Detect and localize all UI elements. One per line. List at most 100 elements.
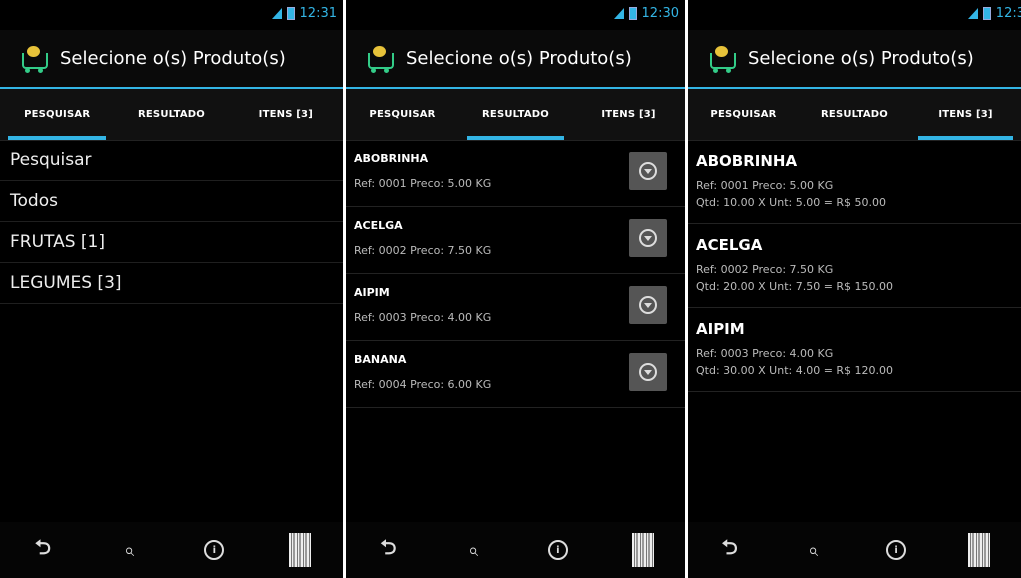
search-icon: ⌕ bbox=[123, 539, 134, 561]
action-bar: Selecione o(s) Produto(s) bbox=[688, 30, 1021, 87]
info-button[interactable]: i bbox=[172, 540, 258, 560]
shopping-cart-fruit-icon bbox=[20, 45, 50, 73]
search-icon: ⌕ bbox=[468, 539, 479, 561]
phone-screen-resultado: 12:30 Selecione o(s) Produto(s) PESQUISA… bbox=[346, 0, 685, 578]
result-info: Ref: 0003 Preco: 4.00 KG bbox=[354, 311, 492, 324]
shopping-cart-fruit-icon bbox=[366, 45, 396, 73]
tab-itens[interactable]: ITENS [3] bbox=[229, 89, 343, 140]
tab-bar: PESQUISAR RESULTADO ITENS [3] bbox=[346, 87, 685, 141]
result-row[interactable]: AIPIM Ref: 0003 Preco: 4.00 KG bbox=[346, 274, 685, 341]
item-name: ACELGA bbox=[696, 236, 763, 254]
info-button[interactable]: i bbox=[855, 540, 938, 560]
search-item-todos[interactable]: Todos bbox=[0, 181, 343, 222]
item-info: Ref: 0001 Preco: 5.00 KG bbox=[696, 179, 834, 192]
action-bar: Selecione o(s) Produto(s) bbox=[346, 30, 685, 87]
back-icon: ⮌ bbox=[34, 535, 51, 559]
tab-pesquisar[interactable]: PESQUISAR bbox=[0, 89, 114, 140]
info-icon: i bbox=[886, 540, 907, 560]
item-name: ABOBRINHA bbox=[696, 152, 798, 170]
item-quantity: Qtd: 20.00 X Unt: 7.50 = R$ 150.00 bbox=[696, 280, 894, 293]
search-item-legumes[interactable]: LEGUMES [3] bbox=[0, 263, 343, 304]
cart-item-row[interactable]: ACELGA Ref: 0002 Preco: 7.50 KG Qtd: 20.… bbox=[688, 224, 1021, 308]
result-row[interactable]: ABOBRINHA Ref: 0001 Preco: 5.00 KG bbox=[346, 140, 685, 207]
status-time: 12:30 bbox=[641, 6, 679, 21]
battery-icon bbox=[982, 7, 991, 20]
tab-pesquisar[interactable]: PESQUISAR bbox=[688, 89, 799, 140]
barcode-button[interactable] bbox=[600, 533, 685, 567]
tab-pesquisar[interactable]: PESQUISAR bbox=[346, 89, 459, 140]
result-row[interactable]: ACELGA Ref: 0002 Preco: 7.50 KG bbox=[346, 207, 685, 274]
add-item-button[interactable] bbox=[629, 286, 667, 324]
add-item-button[interactable] bbox=[629, 219, 667, 257]
result-info: Ref: 0004 Preco: 6.00 KG bbox=[354, 378, 492, 391]
result-row[interactable]: BANANA Ref: 0004 Preco: 6.00 KG bbox=[346, 341, 685, 408]
search-item-frutas[interactable]: FRUTAS [1] bbox=[0, 222, 343, 263]
tab-resultado[interactable]: RESULTADO bbox=[114, 89, 228, 140]
nav-bar: ⮌ ⌕ i bbox=[688, 522, 1021, 578]
chevron-circle-down-icon bbox=[639, 296, 657, 314]
cart-item-row[interactable]: ABOBRINHA Ref: 0001 Preco: 5.00 KG Qtd: … bbox=[688, 140, 1021, 224]
app-title: Selecione o(s) Produto(s) bbox=[406, 48, 632, 69]
back-icon: ⮌ bbox=[380, 535, 397, 559]
item-info: Ref: 0002 Preco: 7.50 KG bbox=[696, 263, 834, 276]
screenshots: 12:31 Selecione o(s) Produto(s) PESQUISA… bbox=[0, 0, 1021, 578]
back-button[interactable]: ⮌ bbox=[0, 533, 86, 567]
phone-screen-itens: 12:3 Selecione o(s) Produto(s) PESQUISAR… bbox=[688, 0, 1021, 578]
action-bar: Selecione o(s) Produto(s) bbox=[0, 30, 343, 87]
back-button[interactable]: ⮌ bbox=[688, 533, 771, 567]
status-bar: 12:30 bbox=[346, 0, 685, 30]
tab-itens[interactable]: ITENS [3] bbox=[910, 89, 1021, 140]
phone-screen-pesquisar: 12:31 Selecione o(s) Produto(s) PESQUISA… bbox=[0, 0, 343, 578]
add-item-button[interactable] bbox=[629, 353, 667, 391]
cart-item-row[interactable]: AIPIM Ref: 0003 Preco: 4.00 KG Qtd: 30.0… bbox=[688, 308, 1021, 392]
tab-resultado[interactable]: RESULTADO bbox=[799, 89, 910, 140]
shopping-cart-fruit-icon bbox=[708, 45, 738, 73]
search-item-pesquisar[interactable]: Pesquisar bbox=[0, 140, 343, 181]
result-name: AIPIM bbox=[354, 286, 390, 299]
back-icon: ⮌ bbox=[721, 535, 738, 559]
status-bar: 12:3 bbox=[688, 0, 1021, 30]
nav-bar: ⮌ ⌕ i bbox=[346, 522, 685, 578]
status-time: 12:3 bbox=[995, 6, 1021, 21]
info-icon: i bbox=[547, 540, 568, 560]
search-icon: ⌕ bbox=[807, 539, 818, 561]
result-name: BANANA bbox=[354, 353, 407, 366]
search-button[interactable]: ⌕ bbox=[771, 540, 854, 561]
tab-resultado[interactable]: RESULTADO bbox=[459, 89, 572, 140]
signal-icon bbox=[613, 8, 624, 19]
result-info: Ref: 0001 Preco: 5.00 KG bbox=[354, 177, 492, 190]
app-title: Selecione o(s) Produto(s) bbox=[60, 48, 286, 69]
status-bar: 12:31 bbox=[0, 0, 343, 30]
tab-bar: PESQUISAR RESULTADO ITENS [3] bbox=[688, 87, 1021, 141]
nav-bar: ⮌ ⌕ i bbox=[0, 522, 343, 578]
chevron-circle-down-icon bbox=[639, 229, 657, 247]
tab-itens[interactable]: ITENS [3] bbox=[572, 89, 685, 140]
barcode-button[interactable] bbox=[257, 533, 343, 567]
barcode-button[interactable] bbox=[938, 533, 1021, 567]
chevron-circle-down-icon bbox=[639, 162, 657, 180]
result-name: ABOBRINHA bbox=[354, 152, 429, 165]
result-name: ACELGA bbox=[354, 219, 403, 232]
app-title: Selecione o(s) Produto(s) bbox=[748, 48, 974, 69]
add-item-button[interactable] bbox=[629, 152, 667, 190]
item-info: Ref: 0003 Preco: 4.00 KG bbox=[696, 347, 834, 360]
info-icon: i bbox=[204, 540, 225, 560]
tab-bar: PESQUISAR RESULTADO ITENS [3] bbox=[0, 87, 343, 141]
barcode-icon bbox=[631, 533, 654, 567]
result-info: Ref: 0002 Preco: 7.50 KG bbox=[354, 244, 492, 257]
search-button[interactable]: ⌕ bbox=[431, 540, 516, 561]
battery-icon bbox=[628, 7, 637, 20]
status-time: 12:31 bbox=[299, 6, 337, 21]
info-button[interactable]: i bbox=[516, 540, 601, 560]
barcode-icon bbox=[968, 533, 991, 567]
item-name: AIPIM bbox=[696, 320, 745, 338]
search-list: Pesquisar Todos FRUTAS [1] LEGUMES [3] bbox=[0, 140, 343, 304]
back-button[interactable]: ⮌ bbox=[346, 533, 431, 567]
search-button[interactable]: ⌕ bbox=[86, 540, 172, 561]
chevron-circle-down-icon bbox=[639, 363, 657, 381]
signal-icon bbox=[271, 8, 282, 19]
signal-icon bbox=[967, 8, 978, 19]
battery-icon bbox=[286, 7, 295, 20]
items-list: ABOBRINHA Ref: 0001 Preco: 5.00 KG Qtd: … bbox=[688, 140, 1021, 392]
item-quantity: Qtd: 30.00 X Unt: 4.00 = R$ 120.00 bbox=[696, 364, 894, 377]
